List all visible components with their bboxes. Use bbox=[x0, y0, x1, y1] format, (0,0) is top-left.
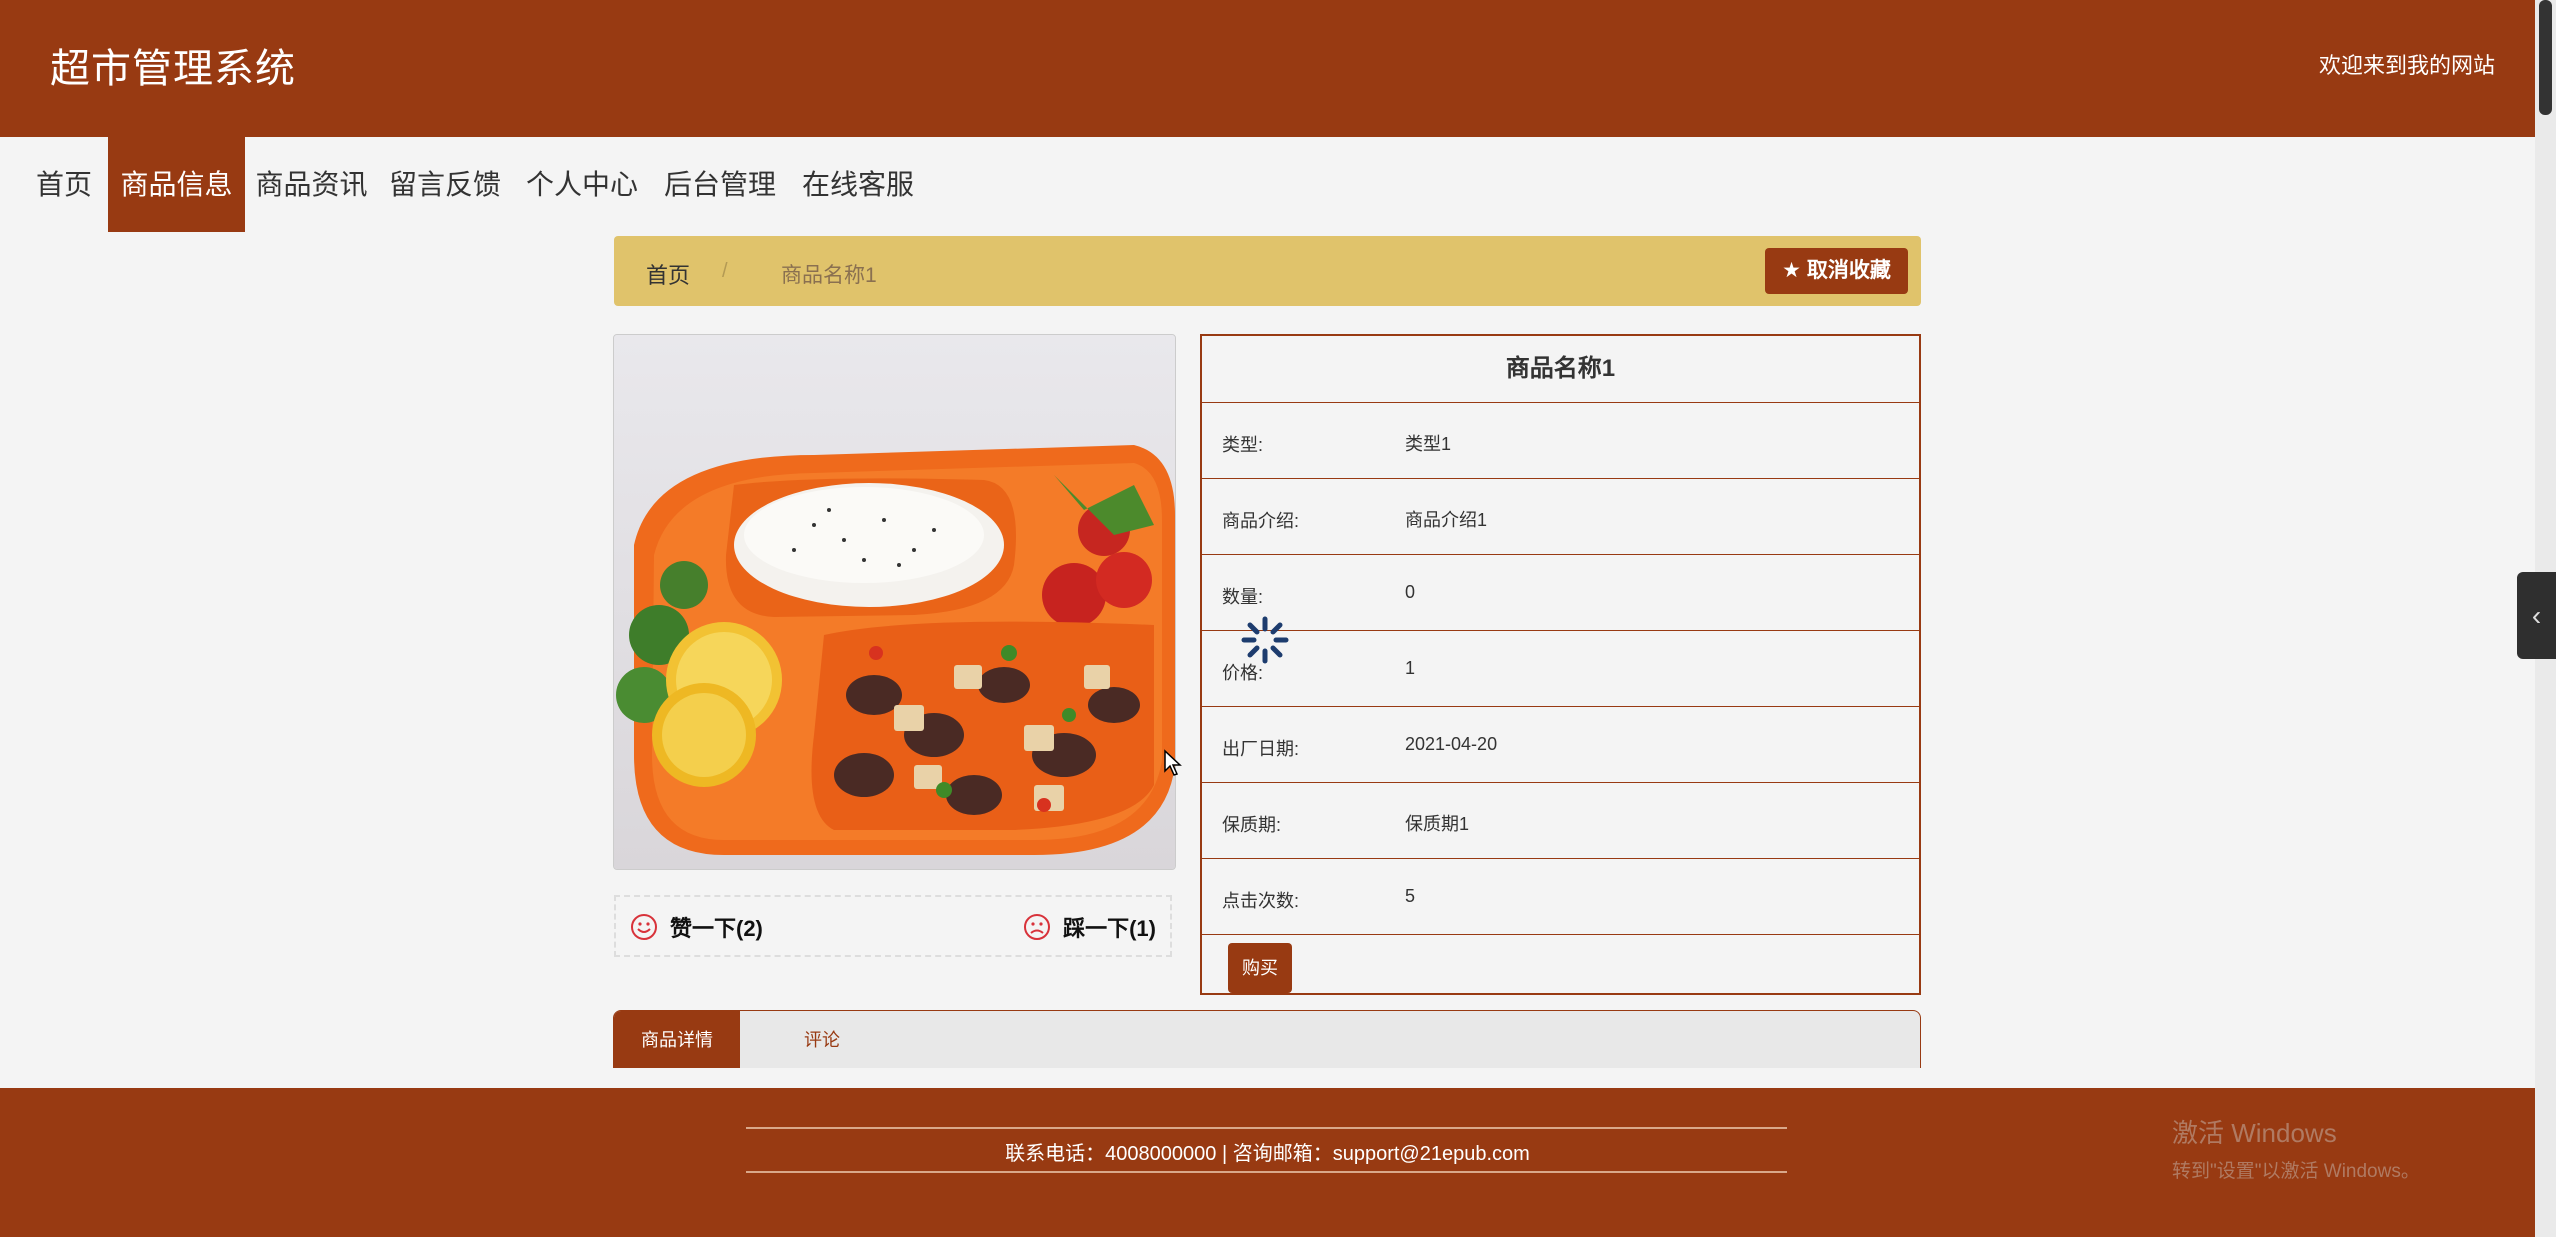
info-row-shelf-life: 保质期: 保质期1 bbox=[1202, 783, 1919, 859]
site-title[interactable]: 超市管理系统 bbox=[50, 36, 296, 94]
info-label: 保质期: bbox=[1222, 815, 1282, 835]
product-image bbox=[613, 334, 1176, 870]
info-value: 类型1 bbox=[1405, 434, 1452, 454]
product-info-table: 商品名称1 类型: 类型1 商品介绍: 商品介绍1 数量: 0 价格: 1 出厂… bbox=[1200, 334, 1921, 995]
scrollbar-thumb[interactable] bbox=[2539, 0, 2552, 115]
vote-box: 赞一下(2) 踩一下(1) bbox=[614, 895, 1172, 957]
product-name: 商品名称1 bbox=[1202, 336, 1919, 403]
main-nav: 首页 商品信息 商品资讯 留言反馈 个人中心 后台管理 在线客服 bbox=[0, 137, 2535, 232]
info-row-clicks: 点击次数: 5 bbox=[1202, 859, 1919, 935]
info-label: 数量: bbox=[1222, 587, 1264, 607]
like-button[interactable]: 赞一下(2) bbox=[630, 911, 763, 943]
detail-tabs: 商品详情 评论 bbox=[613, 1010, 1921, 1068]
chevron-left-icon: ‹ bbox=[2531, 600, 2542, 631]
info-value: 0 bbox=[1405, 582, 1416, 602]
buy-button[interactable]: 购买 bbox=[1228, 943, 1292, 993]
info-row-quantity: 数量: 0 bbox=[1202, 555, 1919, 631]
dislike-button[interactable]: 踩一下(1) bbox=[1023, 911, 1156, 943]
info-row-description: 商品介绍: 商品介绍1 bbox=[1202, 479, 1919, 555]
watermark-title: 激活 Windows bbox=[2172, 1118, 2337, 1148]
info-value: 商品介绍1 bbox=[1405, 510, 1488, 530]
info-value: 2021-04-20 bbox=[1405, 734, 1498, 754]
info-label: 点击次数: bbox=[1222, 891, 1300, 911]
info-value: 保质期1 bbox=[1405, 814, 1470, 834]
info-row-type: 类型: 类型1 bbox=[1202, 403, 1919, 479]
tab-product-details[interactable]: 商品详情 bbox=[614, 1011, 740, 1068]
spinner-icon bbox=[1241, 616, 1289, 664]
windows-activation-watermark: 激活 Windows 转到"设置"以激活 Windows。 bbox=[2172, 1113, 2420, 1183]
smile-icon bbox=[631, 914, 657, 940]
nav-item-admin[interactable]: 后台管理 bbox=[658, 137, 782, 232]
nav-item-online-service[interactable]: 在线客服 bbox=[796, 137, 920, 232]
like-label: 赞一下(2) bbox=[670, 916, 763, 941]
dislike-label: 踩一下(1) bbox=[1063, 916, 1156, 941]
welcome-text: 欢迎来到我的网站 bbox=[2318, 53, 2495, 78]
nav-item-feedback[interactable]: 留言反馈 bbox=[384, 137, 506, 232]
nav-item-home[interactable]: 首页 bbox=[28, 137, 100, 232]
tab-comments[interactable]: 评论 bbox=[782, 1011, 862, 1068]
side-panel-toggle[interactable]: ‹ bbox=[2517, 572, 2556, 659]
info-value: 1 bbox=[1405, 658, 1416, 678]
star-icon: ★ bbox=[1782, 259, 1801, 282]
footer-contact: 联系电话：4008000000 | 咨询邮箱：support@21epub.co… bbox=[1005, 1143, 1530, 1165]
header: 超市管理系统 欢迎来到我的网站 bbox=[0, 0, 2535, 137]
footer-divider-bottom bbox=[746, 1171, 1787, 1173]
unfavorite-label: 取消收藏 bbox=[1806, 259, 1891, 282]
watermark-subtitle: 转到"设置"以激活 Windows。 bbox=[2172, 1161, 2420, 1182]
info-label: 商品介绍: bbox=[1222, 511, 1300, 531]
unfavorite-button[interactable]: ★ 取消收藏 bbox=[1765, 248, 1908, 294]
info-row-price: 价格: 1 bbox=[1202, 631, 1919, 707]
breadcrumb: 首页 / 商品名称1 ★ 取消收藏 bbox=[614, 236, 1921, 306]
breadcrumb-current: 商品名称1 bbox=[781, 264, 877, 287]
info-row-manufacture-date: 出厂日期: 2021-04-20 bbox=[1202, 707, 1919, 783]
info-value: 5 bbox=[1405, 886, 1416, 906]
breadcrumb-home[interactable]: 首页 bbox=[646, 258, 690, 290]
nav-item-product-news[interactable]: 商品资讯 bbox=[253, 137, 370, 232]
info-label: 出厂日期: bbox=[1222, 739, 1300, 759]
footer-divider-top bbox=[746, 1127, 1787, 1129]
frown-icon bbox=[1024, 914, 1051, 940]
mouse-cursor-icon bbox=[1164, 749, 1182, 776]
nav-item-product-info[interactable]: 商品信息 bbox=[108, 137, 245, 232]
info-label: 类型: bbox=[1222, 435, 1264, 455]
buy-row: 购买 bbox=[1202, 935, 1919, 1001]
breadcrumb-separator: / bbox=[722, 260, 728, 282]
nav-item-personal-center[interactable]: 个人中心 bbox=[520, 137, 644, 232]
